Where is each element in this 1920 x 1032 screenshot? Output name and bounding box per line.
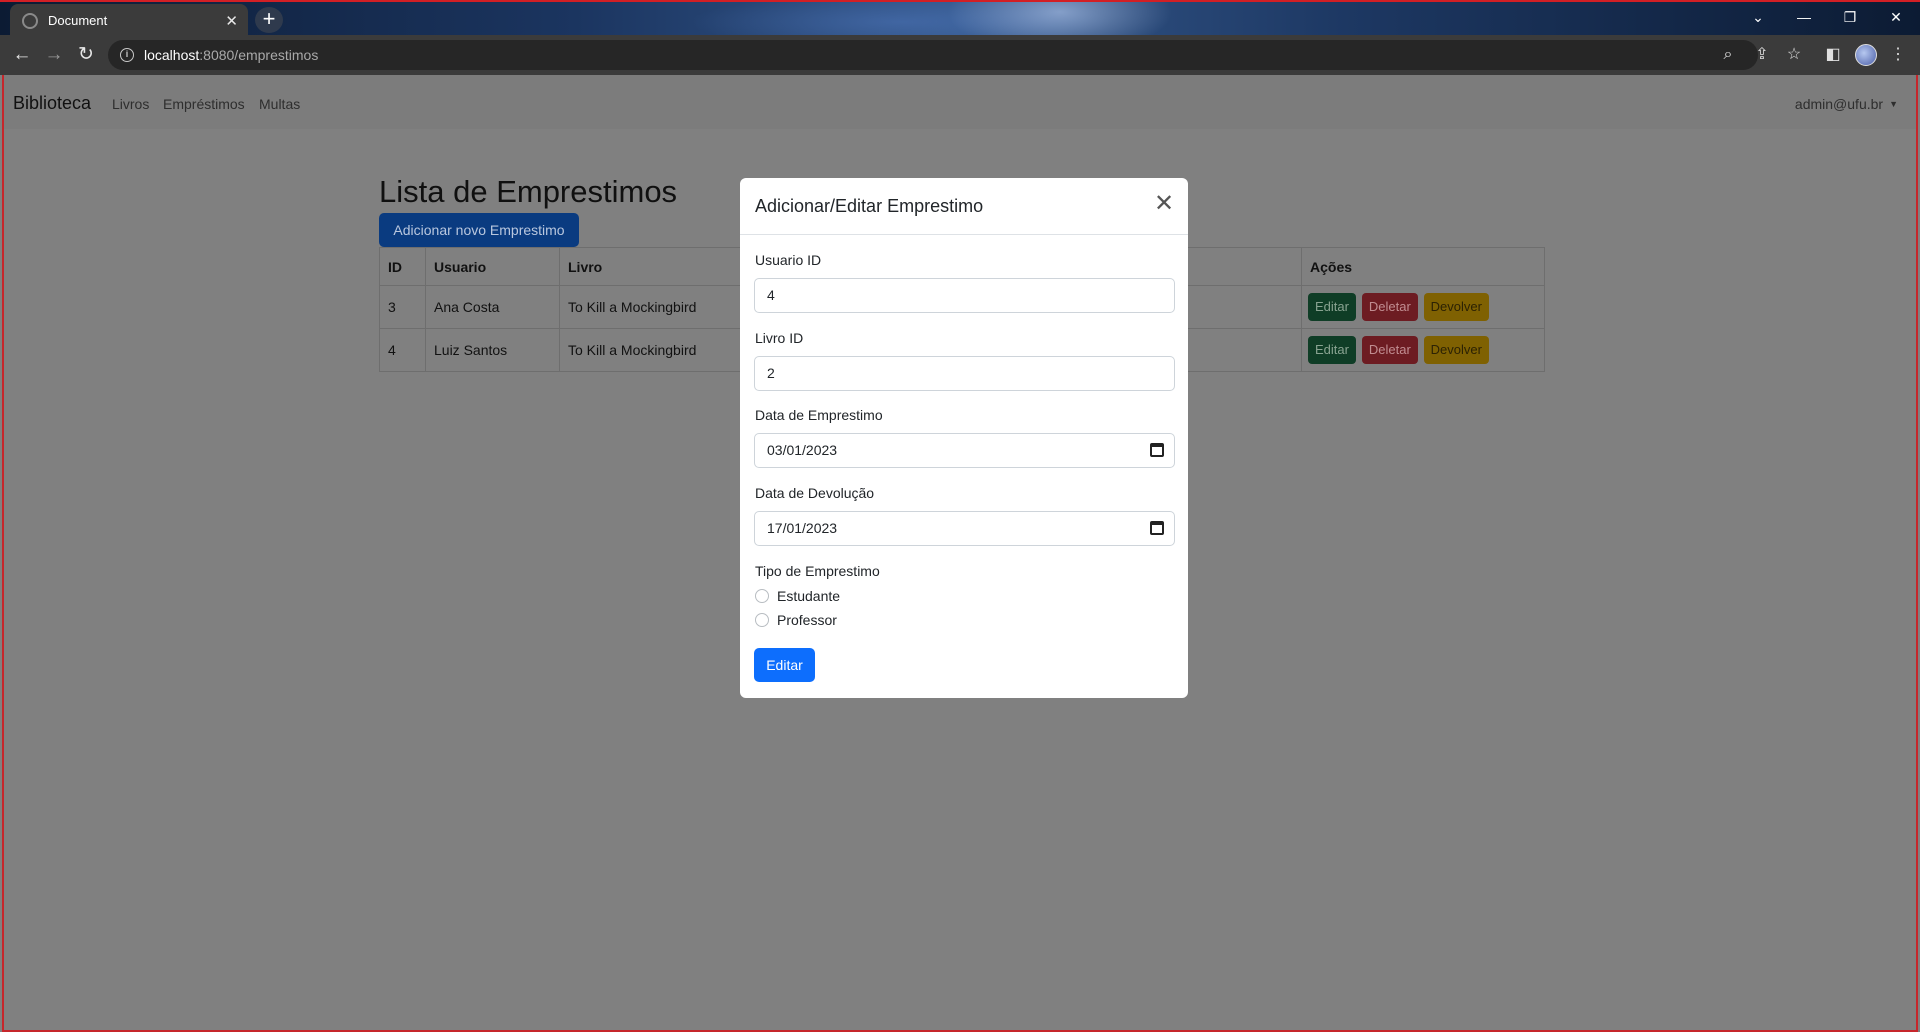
radio-estudante[interactable]: Estudante [755,588,840,604]
cell-id: 4 [379,328,426,372]
tipo-emprestimo-label: Tipo de Emprestimo [755,563,880,579]
tab-search-icon[interactable]: ⌄ [1738,4,1778,32]
back-icon[interactable]: ← [10,43,34,67]
app-navbar: Biblioteca Livros Empréstimos Multas adm… [4,75,1916,129]
cell-actions: Editar Deletar Devolver [1301,285,1545,329]
column-header-acoes: Ações [1301,247,1545,286]
calendar-icon[interactable] [1150,443,1164,457]
modal-title: Adicionar/Editar Emprestimo [755,196,984,216]
cell-usuario: Ana Costa [425,285,560,329]
browser-toolbar: ← → ↻ i localhost :8080/emprestimos ⌕ ⇪ … [0,35,1920,75]
profile-avatar[interactable] [1855,44,1877,66]
url-host: localhost [144,47,200,63]
data-devolucao-input[interactable]: 17/01/2023 [754,511,1175,546]
data-emprestimo-value: 03/01/2023 [767,442,838,458]
delete-button[interactable]: Deletar [1361,293,1418,321]
cell-usuario: Luiz Santos [425,328,560,372]
site-info-icon[interactable]: i [120,48,134,62]
page-title: Lista de Emprestimos [379,174,678,209]
return-button[interactable]: Devolver [1423,336,1489,364]
nav-link-livros[interactable]: Livros [112,96,149,112]
brand-link[interactable]: Biblioteca [13,93,91,114]
usuario-id-input[interactable]: 4 [754,278,1175,313]
browser-tab[interactable]: Document ✕ [10,4,248,37]
zoom-icon[interactable]: ⌕ [1718,45,1738,65]
close-icon[interactable]: ✕ [1152,192,1176,216]
address-bar[interactable]: i localhost :8080/emprestimos [108,40,1758,70]
share-icon[interactable]: ⇪ [1752,45,1772,65]
data-emprestimo-input[interactable]: 03/01/2023 [754,433,1175,468]
url-path: :8080/emprestimos [199,47,319,63]
livro-id-label: Livro ID [755,330,804,346]
page-content: Biblioteca Livros Empréstimos Multas adm… [2,75,1918,1032]
emprestimo-modal: Adicionar/Editar Emprestimo ✕ Usuario ID… [740,178,1188,698]
radio-label-estudante: Estudante [777,588,841,604]
return-button[interactable]: Devolver [1423,293,1489,321]
edit-button[interactable]: Editar [1308,293,1356,321]
close-window-button[interactable]: ✕ [1876,4,1916,32]
tab-title: Document [48,13,108,28]
menu-kebab-icon[interactable]: ⋮ [1888,45,1908,65]
minimize-button[interactable]: — [1784,4,1824,32]
cell-actions: Editar Deletar Devolver [1301,328,1545,372]
user-dropdown[interactable]: admin@ufu.br ▼ [1795,96,1898,112]
side-panel-icon[interactable]: ◧ [1823,45,1843,65]
new-tab-button[interactable]: + [255,7,283,33]
add-emprestimo-button[interactable]: Adicionar novo Emprestimo [379,213,579,247]
column-header-id: ID [379,247,426,286]
forward-icon[interactable]: → [42,43,66,67]
nav-link-emprestimos[interactable]: Empréstimos [163,96,245,112]
delete-button[interactable]: Deletar [1361,336,1418,364]
cell-id: 3 [379,285,426,329]
data-emprestimo-label: Data de Emprestimo [755,407,883,423]
modal-header: Adicionar/Editar Emprestimo ✕ [740,178,1188,235]
submit-edit-button[interactable]: Editar [754,648,815,682]
radio-label-professor: Professor [777,612,837,628]
calendar-icon[interactable] [1150,521,1164,535]
radio-button-icon[interactable] [755,589,769,603]
livro-id-input[interactable]: 2 [754,356,1175,391]
nav-link-multas[interactable]: Multas [259,96,300,112]
radio-button-icon[interactable] [755,613,769,627]
user-email: admin@ufu.br [1794,96,1884,112]
radio-professor[interactable]: Professor [755,612,837,628]
restore-button[interactable]: ❐ [1830,4,1870,32]
browser-tab-bar: Document ✕ + ⌄ — ❐ ✕ [0,0,1920,37]
usuario-id-label: Usuario ID [755,252,822,268]
data-devolucao-value: 17/01/2023 [767,520,838,536]
globe-icon [22,12,38,29]
reload-icon[interactable]: ↻ [74,43,98,67]
column-header-usuario: Usuario [425,247,560,286]
edit-button[interactable]: Editar [1308,336,1356,364]
close-tab-icon[interactable]: ✕ [225,12,238,30]
caret-down-icon: ▼ [1889,99,1898,109]
data-devolucao-label: Data de Devolução [755,485,875,501]
bookmark-star-icon[interactable]: ☆ [1784,45,1804,65]
